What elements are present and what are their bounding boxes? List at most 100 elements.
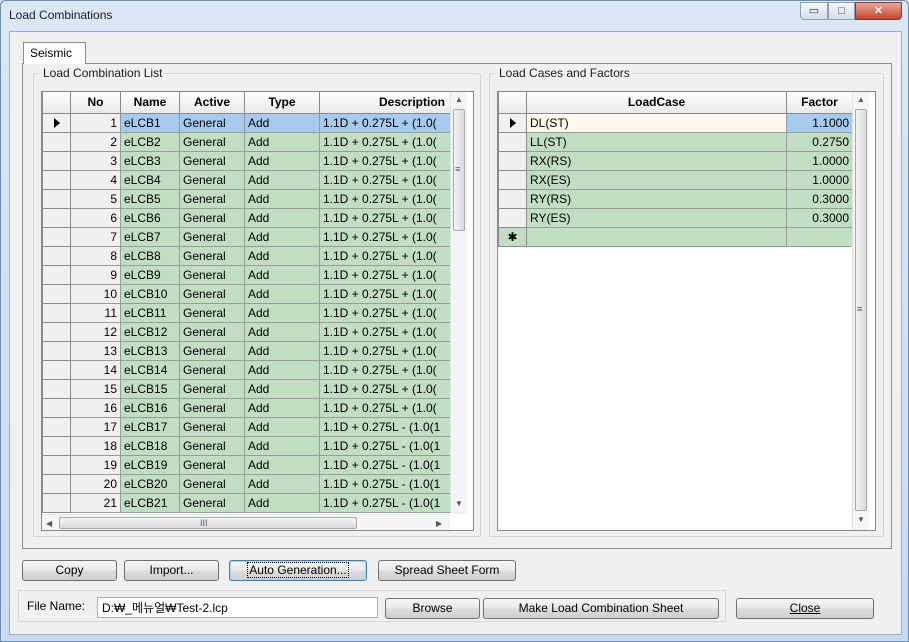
cell-type[interactable]: Add [244, 112, 320, 133]
cell-active[interactable]: General [179, 131, 245, 152]
file-name-input[interactable] [97, 597, 378, 618]
cell-description[interactable]: 1.1D + 0.275L - (1.0(1 [319, 435, 452, 456]
table-row[interactable]: 10 eLCB10 General Add 1.1D + 0.275L + (1.0( [42, 283, 452, 304]
table-row[interactable]: 3 eLCB3 General Add 1.1D + 0.275L + (1.0( [42, 150, 452, 171]
cell-no[interactable]: 14 [70, 359, 121, 380]
cell-name[interactable]: eLCB17 [120, 416, 180, 437]
cell-no[interactable]: 15 [70, 378, 121, 399]
table-row[interactable]: 16 eLCB16 General Add 1.1D + 0.275L + (1.0( [42, 397, 452, 418]
scroll-left-icon[interactable]: ◀ [46, 520, 52, 528]
close-button[interactable]: Close [736, 598, 874, 619]
cell-no[interactable]: 21 [70, 492, 121, 513]
cell-name[interactable]: eLCB10 [120, 283, 180, 304]
table-row[interactable]: 12 eLCB12 General Add 1.1D + 0.275L + (1.0( [42, 321, 452, 342]
cell-type[interactable]: Add [244, 302, 320, 323]
cell-description[interactable]: 1.1D + 0.275L + (1.0( [319, 112, 452, 133]
cell-name[interactable]: eLCB20 [120, 473, 180, 494]
cell-no[interactable]: 8 [70, 245, 121, 266]
scroll-thumb[interactable]: ≡ [453, 109, 465, 231]
cell-type[interactable]: Add [244, 188, 320, 209]
column-header-name[interactable]: Name [120, 92, 180, 114]
row-selector[interactable] [42, 492, 71, 513]
cell-name[interactable]: eLCB2 [120, 131, 180, 152]
cell-type[interactable]: Add [244, 473, 320, 494]
cell-name[interactable]: eLCB5 [120, 188, 180, 209]
cell-name[interactable]: eLCB9 [120, 264, 180, 285]
cell-name[interactable]: eLCB1 [120, 112, 180, 133]
table-row[interactable]: 18 eLCB18 General Add 1.1D + 0.275L - (1.0(1 [42, 435, 452, 456]
cell-type[interactable]: Add [244, 207, 320, 228]
column-header-factor[interactable]: Factor [786, 92, 853, 114]
cell-no[interactable]: 11 [70, 302, 121, 323]
cell-no[interactable]: 10 [70, 283, 121, 304]
cell-description[interactable]: 1.1D + 0.275L + (1.0( [319, 340, 452, 361]
row-selector[interactable] [498, 112, 527, 133]
cell-no[interactable]: 7 [70, 226, 121, 247]
cell-type[interactable]: Add [244, 416, 320, 437]
cell-active[interactable]: General [179, 150, 245, 171]
column-header-loadcase[interactable]: LoadCase [526, 92, 787, 114]
cell-name[interactable]: eLCB16 [120, 397, 180, 418]
row-selector[interactable] [498, 188, 527, 209]
horizontal-scrollbar[interactable]: ◀ III ▶ [42, 514, 450, 530]
cell-type[interactable]: Add [244, 340, 320, 361]
cell-active[interactable]: General [179, 359, 245, 380]
cell-loadcase[interactable]: LL(ST) [526, 131, 787, 152]
cell-description[interactable]: 1.1D + 0.275L + (1.0( [319, 150, 452, 171]
cell-name[interactable]: eLCB11 [120, 302, 180, 323]
column-header-active[interactable]: Active [179, 92, 245, 114]
vertical-scrollbar[interactable]: ▲ ≡ ▼ [450, 92, 467, 514]
cell-no[interactable]: 9 [70, 264, 121, 285]
table-row[interactable]: 14 eLCB14 General Add 1.1D + 0.275L + (1.0( [42, 359, 452, 380]
table-row[interactable]: 19 eLCB19 General Add 1.1D + 0.275L - (1.0(1 [42, 454, 452, 475]
cell-name[interactable]: eLCB13 [120, 340, 180, 361]
cell-active[interactable]: General [179, 340, 245, 361]
table-row[interactable]: 4 eLCB4 General Add 1.1D + 0.275L + (1.0( [42, 169, 452, 190]
cell-description[interactable]: 1.1D + 0.275L + (1.0( [319, 264, 452, 285]
cell-type[interactable]: Add [244, 283, 320, 304]
table-row[interactable]: RX(RS) 1.0000 [498, 150, 853, 171]
cell-loadcase[interactable]: RX(ES) [526, 169, 787, 190]
cell-name[interactable]: eLCB6 [120, 207, 180, 228]
cell-description[interactable]: 1.1D + 0.275L + (1.0( [319, 226, 452, 247]
cell-no[interactable]: 1 [70, 112, 121, 133]
copy-button[interactable]: Copy [22, 560, 117, 581]
table-row[interactable]: RY(ES) 0.3000 [498, 207, 853, 228]
cell-active[interactable]: General [179, 435, 245, 456]
cell-name[interactable]: eLCB7 [120, 226, 180, 247]
cell-no[interactable]: 13 [70, 340, 121, 361]
make-load-combination-sheet-button[interactable]: Make Load Combination Sheet [483, 598, 719, 619]
cell-factor[interactable]: 1.0000 [786, 169, 853, 190]
row-selector[interactable] [42, 264, 71, 285]
row-selector[interactable] [42, 378, 71, 399]
table-row[interactable]: 5 eLCB5 General Add 1.1D + 0.275L + (1.0( [42, 188, 452, 209]
h-scroll-thumb[interactable]: III [59, 517, 357, 529]
cell-description[interactable]: 1.1D + 0.275L + (1.0( [319, 359, 452, 380]
load-combination-grid[interactable]: No Name Active Type Description 1 eLCB1 Ge… [41, 91, 474, 531]
cell-loadcase[interactable]: DL(ST) [526, 112, 787, 133]
row-selector[interactable] [42, 207, 71, 228]
cell-type[interactable]: Add [244, 150, 320, 171]
cell-type[interactable]: Add [244, 378, 320, 399]
row-selector[interactable] [42, 150, 71, 171]
cell-description[interactable]: 1.1D + 0.275L + (1.0( [319, 378, 452, 399]
cell-no[interactable]: 17 [70, 416, 121, 437]
cell-factor[interactable]: 0.3000 [786, 207, 853, 228]
cell-description[interactable]: 1.1D + 0.275L + (1.0( [319, 131, 452, 152]
cell-description[interactable]: 1.1D + 0.275L - (1.0(1 [319, 416, 452, 437]
minimize-button[interactable]: ▭ [800, 2, 828, 20]
cell-description[interactable]: 1.1D + 0.275L + (1.0( [319, 321, 452, 342]
cell-loadcase[interactable]: RX(RS) [526, 150, 787, 171]
cell-type[interactable]: Add [244, 359, 320, 380]
cell-description[interactable]: 1.1D + 0.275L + (1.0( [319, 207, 452, 228]
cell-active[interactable]: General [179, 397, 245, 418]
row-selector[interactable] [42, 131, 71, 152]
cell-active[interactable]: General [179, 283, 245, 304]
cell-name[interactable]: eLCB8 [120, 245, 180, 266]
spreadsheet-form-button[interactable]: Spread Sheet Form [378, 560, 516, 581]
close-window-button[interactable]: ✕ [855, 2, 902, 20]
table-row[interactable]: LL(ST) 0.2750 [498, 131, 853, 152]
table-row[interactable]: 6 eLCB6 General Add 1.1D + 0.275L + (1.0( [42, 207, 452, 228]
cell-description[interactable]: 1.1D + 0.275L + (1.0( [319, 302, 452, 323]
cell-active[interactable]: General [179, 264, 245, 285]
